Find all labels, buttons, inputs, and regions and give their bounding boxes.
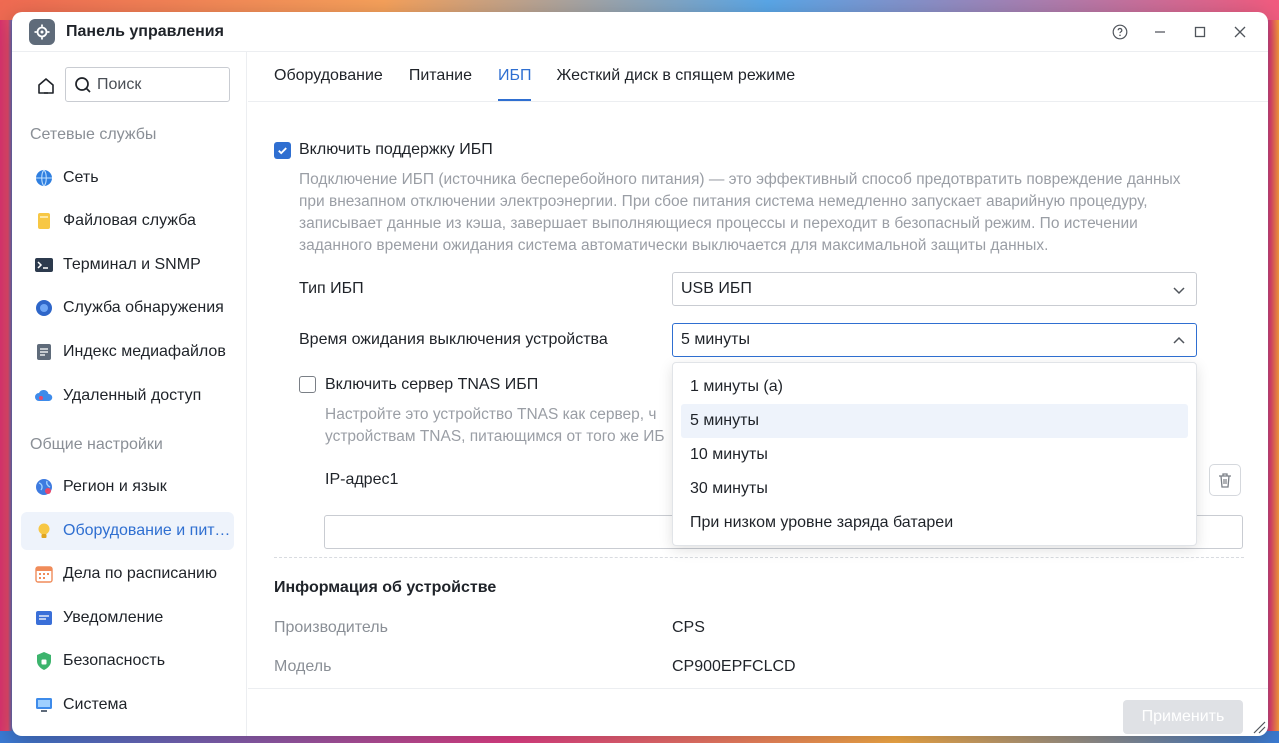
search-box[interactable] — [65, 67, 230, 102]
sidebar-item-region-language[interactable]: Регион и язык — [21, 468, 234, 506]
control-panel-window: Панель управления Сетевые службы — [12, 12, 1268, 736]
ups-server-description: Настройте это устройство TNAS как сервер… — [325, 404, 665, 448]
model-label: Модель — [274, 658, 332, 675]
section-title-general: Общие настройки — [30, 436, 163, 453]
chevron-up-icon — [1173, 336, 1185, 344]
close-button[interactable] — [1220, 20, 1260, 44]
region-icon — [34, 477, 54, 497]
minimize-icon — [1155, 31, 1165, 33]
ups-description: Подключение ИБП (источника бесперебойног… — [299, 169, 1259, 257]
search-input[interactable] — [97, 75, 217, 94]
timeout-option-1min[interactable]: 1 минуты (а) — [681, 370, 1188, 404]
media-index-icon — [34, 342, 54, 362]
sidebar-item-file-service[interactable]: Файловая служба — [21, 202, 234, 240]
timeout-label: Время ожидания выключения устройства — [299, 331, 608, 348]
sidebar-item-scheduled-tasks[interactable]: Дела по расписанию — [21, 555, 234, 593]
manufacturer-value: CPS — [672, 619, 705, 636]
section-divider — [274, 557, 1244, 558]
device-info-title: Информация об устройстве — [274, 579, 497, 596]
calendar-icon — [34, 564, 54, 584]
section-title-network: Сетевые службы — [30, 126, 157, 143]
control-panel-app-icon — [29, 18, 55, 45]
timeout-dropdown: 1 минуты (а) 5 минуты 10 минуты 30 минут… — [672, 362, 1197, 546]
main-content: Оборудование Питание ИБП Жесткий диск в … — [248, 52, 1268, 736]
search-icon — [75, 76, 91, 93]
bulb-icon — [34, 521, 54, 541]
footer-bar — [248, 688, 1268, 736]
enable-ups-server-checkbox[interactable] — [299, 376, 316, 393]
timeout-value: 5 минуты — [681, 331, 750, 348]
chevron-down-icon — [1173, 287, 1185, 295]
sidebar-item-security[interactable]: Безопасность — [21, 642, 234, 680]
sidebar-item-network[interactable]: Сеть — [21, 159, 234, 197]
help-icon — [1112, 24, 1128, 40]
timeout-option-low-battery[interactable]: При низком уровне заряда батареи — [681, 506, 1188, 540]
ups-description-line: Подключение ИБП (источника бесперебойног… — [299, 171, 1181, 188]
sidebar-item-hardware-power[interactable]: Оборудование и питание — [21, 512, 234, 550]
title-bar: Панель управления — [12, 12, 1268, 52]
sidebar-item-remote-access[interactable]: Удаленный доступ — [21, 377, 234, 415]
sidebar-item-terminal-snmp[interactable]: Терминал и SNMP — [21, 246, 234, 284]
resize-grip-icon[interactable] — [1252, 720, 1266, 734]
maximize-icon — [1194, 26, 1206, 38]
minimize-button[interactable] — [1140, 20, 1180, 44]
window-title: Панель управления — [66, 22, 224, 40]
close-icon — [1234, 26, 1246, 38]
tab-hdd-hibernation[interactable]: Жесткий диск в спящем режиме — [556, 51, 795, 101]
help-button[interactable] — [1100, 20, 1140, 44]
delete-ip-button[interactable] — [1209, 464, 1241, 496]
trash-icon — [1219, 473, 1231, 488]
enable-ups-label: Включить поддержку ИБП — [299, 141, 493, 158]
notification-icon — [34, 608, 54, 628]
home-icon — [37, 77, 54, 94]
sidebar-item-notification[interactable]: Уведомление — [21, 599, 234, 637]
enable-ups-checkbox[interactable] — [274, 142, 291, 159]
terminal-icon — [34, 255, 54, 275]
globe-icon — [34, 168, 54, 188]
ups-server-label: Включить сервер TNAS ИБП — [325, 376, 539, 393]
checkmark-icon — [278, 147, 287, 155]
home-button[interactable] — [32, 69, 59, 102]
ups-description-line: записывает данные из кэша, завершает вып… — [299, 215, 1138, 232]
ip-address-label: IP-адрес1 — [325, 471, 399, 488]
ups-server-description-line: устройствам TNAS, питающимся от того же … — [325, 428, 665, 445]
sidebar-item-media-index[interactable]: Индекс медиафайлов — [21, 333, 234, 371]
tab-power[interactable]: Питание — [409, 51, 472, 101]
timeout-option-30min[interactable]: 30 минуты — [681, 472, 1188, 506]
ups-description-line: при внезапном отключении электроэнергии.… — [299, 193, 1148, 210]
monitor-icon — [34, 695, 54, 715]
timeout-option-5min[interactable]: 5 минуты — [681, 404, 1188, 438]
manufacturer-label: Производитель — [274, 619, 388, 636]
cloud-icon — [34, 386, 54, 406]
apply-button[interactable]: Применить — [1123, 700, 1243, 734]
model-value: CP900EPFCLCD — [672, 658, 796, 675]
shield-icon — [34, 651, 54, 671]
timeout-select[interactable]: 5 минуты — [672, 323, 1197, 357]
discovery-icon — [34, 298, 54, 318]
tab-hardware[interactable]: Оборудование — [274, 51, 383, 101]
ups-type-label: Тип ИБП — [299, 280, 364, 297]
sidebar: Сетевые службы Сеть Файловая служба Терм… — [12, 52, 247, 736]
ups-type-value: USB ИБП — [681, 280, 752, 297]
maximize-button[interactable] — [1180, 20, 1220, 44]
sidebar-item-system[interactable]: Система — [21, 686, 234, 724]
sidebar-item-discovery[interactable]: Служба обнаружения — [21, 289, 234, 327]
ups-type-select[interactable]: USB ИБП — [672, 272, 1197, 306]
ups-server-description-line: Настройте это устройство TNAS как сервер… — [325, 406, 657, 423]
tab-bar: Оборудование Питание ИБП Жесткий диск в … — [248, 52, 1268, 102]
tab-ups[interactable]: ИБП — [497, 51, 531, 101]
ups-description-line: заданного времени ожидания система автом… — [299, 237, 1049, 254]
timeout-option-10min[interactable]: 10 минуты — [681, 438, 1188, 472]
folder-icon — [34, 211, 54, 231]
